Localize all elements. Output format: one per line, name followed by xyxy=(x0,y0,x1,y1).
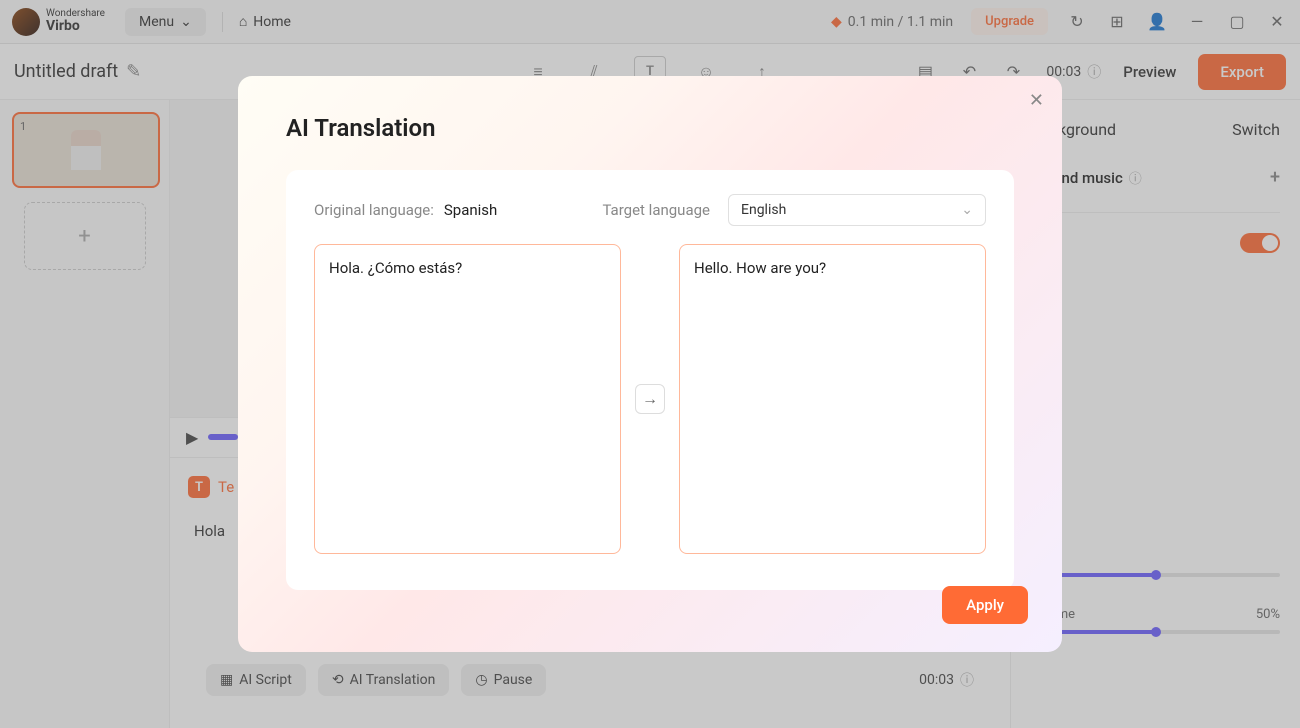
target-language-select[interactable]: English ⌄ xyxy=(728,194,986,226)
translate-arrow-button[interactable]: → xyxy=(635,384,665,414)
target-language-label: Target language xyxy=(602,201,710,219)
modal-body: Original language: Spanish Target langua… xyxy=(286,170,1014,590)
chevron-down-icon: ⌄ xyxy=(961,202,973,218)
apply-button[interactable]: Apply xyxy=(942,586,1028,624)
target-text-box[interactable]: Hello. How are you? xyxy=(679,244,986,554)
original-language-label: Original language: xyxy=(314,201,434,219)
modal-title: AI Translation xyxy=(286,114,1014,142)
close-modal-button[interactable]: ✕ xyxy=(1029,90,1044,111)
translation-row: Hola. ¿Cómo estás? → Hello. How are you? xyxy=(314,244,986,554)
target-language: Target language English ⌄ xyxy=(602,194,986,226)
original-language: Original language: Spanish xyxy=(314,201,497,219)
modal-overlay: ✕ AI Translation Original language: Span… xyxy=(0,0,1300,728)
target-language-value: English xyxy=(741,202,786,218)
language-row: Original language: Spanish Target langua… xyxy=(314,194,986,226)
source-text-box[interactable]: Hola. ¿Cómo estás? xyxy=(314,244,621,554)
original-language-value: Spanish xyxy=(444,201,497,219)
ai-translation-modal: ✕ AI Translation Original language: Span… xyxy=(238,76,1062,652)
